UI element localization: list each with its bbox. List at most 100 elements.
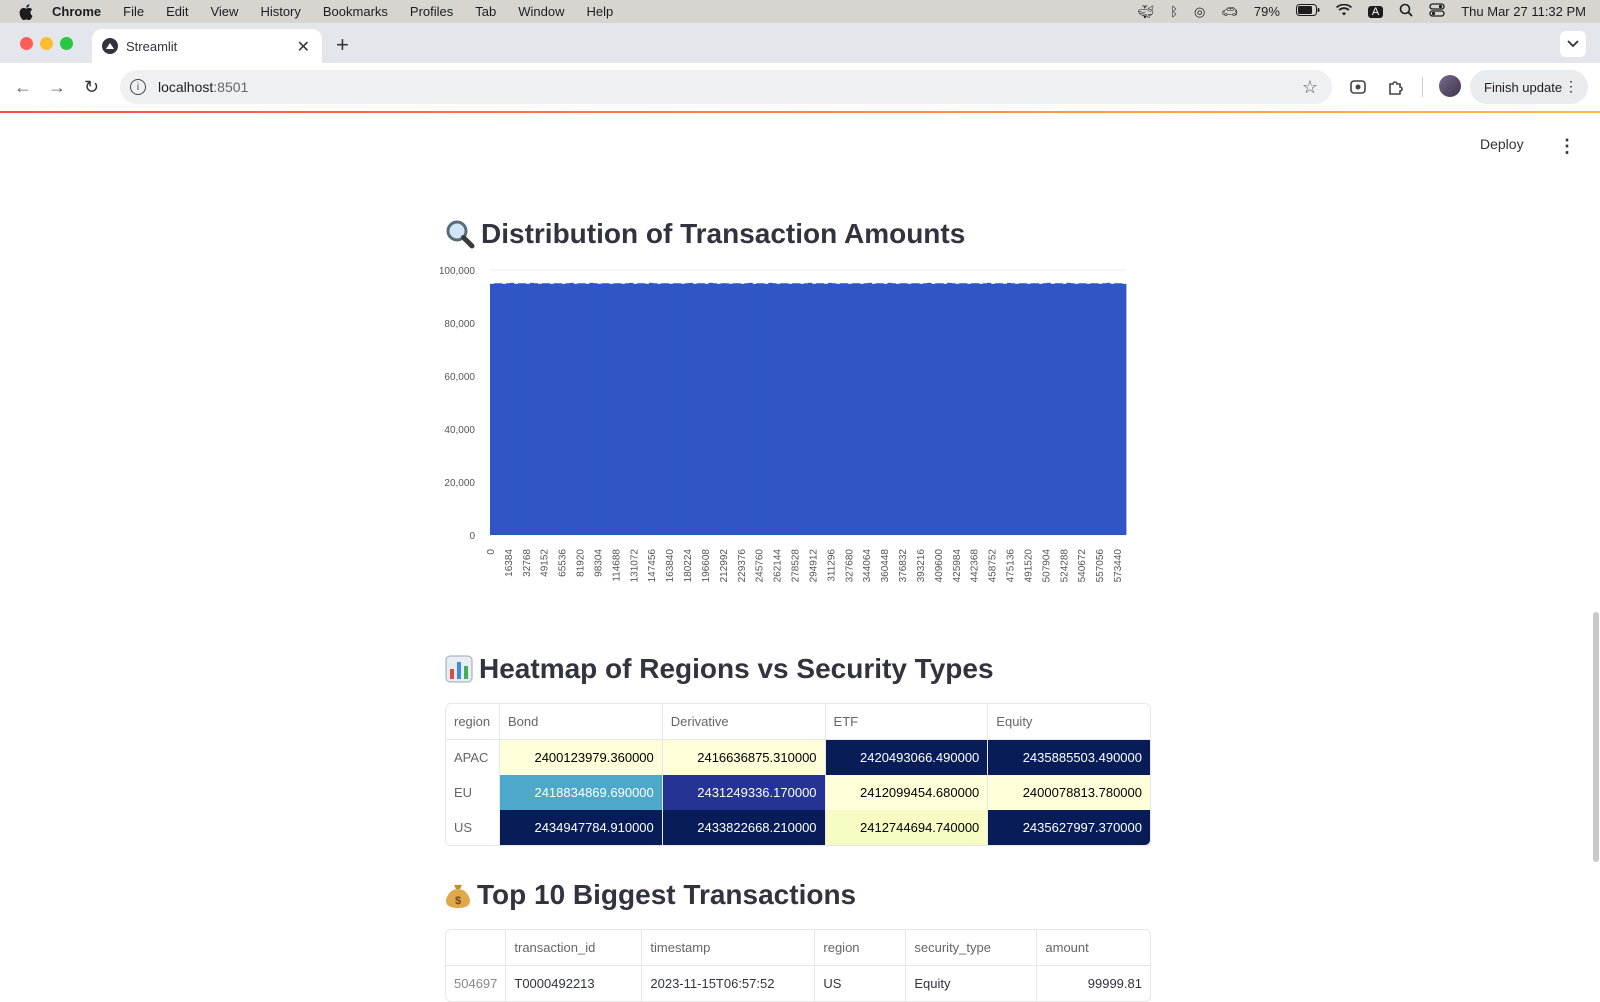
histogram-bar	[1098, 283, 1103, 535]
reload-icon[interactable]: ↻	[84, 77, 99, 98]
histogram-bar	[835, 283, 841, 535]
top10-col-security-type[interactable]: security_type	[905, 930, 1038, 966]
histogram-bar	[637, 283, 642, 535]
x-tick-label: 540672	[1077, 549, 1088, 583]
control-center-icon[interactable]	[1429, 3, 1445, 20]
x-tick-label: 491520	[1023, 549, 1034, 583]
heatmap-cell[interactable]: 2433822668.210000	[662, 810, 826, 845]
heatmap-region-cell[interactable]: APAC	[446, 739, 500, 775]
heatmap-col-etf[interactable]: ETF	[825, 704, 989, 740]
menu-tab[interactable]: Tab	[475, 4, 496, 19]
menu-window[interactable]: Window	[518, 4, 564, 19]
heatmap-cell[interactable]: 2416636875.310000	[662, 739, 826, 775]
top10-col-amount[interactable]: amount	[1036, 930, 1150, 966]
docker-icon[interactable]: 🐳︎	[1138, 4, 1155, 20]
chrome-menu-kebab-icon[interactable]: ⋮	[1564, 78, 1578, 95]
heatmap-cell[interactable]: 2434947784.910000	[499, 810, 663, 845]
histogram-bar	[978, 283, 984, 535]
back-arrow-icon[interactable]: ←	[14, 77, 32, 98]
extensions-puzzle-icon[interactable]	[1386, 77, 1406, 97]
top10-header-row: transaction_id timestamp region security…	[446, 930, 1150, 966]
heatmap-region-cell[interactable]: EU	[446, 775, 500, 810]
heatmap-region-cell[interactable]: US	[446, 810, 500, 845]
menu-file[interactable]: File	[123, 4, 144, 19]
histogram-bar	[764, 283, 769, 535]
wifi-icon[interactable]	[1335, 3, 1352, 19]
heatmap-cell[interactable]: 2412744694.740000	[825, 810, 989, 845]
menu-edit[interactable]: Edit	[166, 4, 188, 19]
forward-arrow-icon[interactable]: →	[48, 77, 66, 98]
browser-tab-active[interactable]: Streamlit ✕	[92, 29, 322, 63]
heatmap-col-equity[interactable]: Equity	[987, 704, 1150, 740]
tab-search-chevron-icon[interactable]	[1560, 31, 1586, 57]
site-info-icon[interactable]: i	[130, 79, 146, 95]
address-bar[interactable]: i localhost:8501 ☆	[120, 70, 1332, 104]
heatmap-col-derivative[interactable]: Derivative	[662, 704, 826, 740]
histogram-bar	[645, 283, 650, 535]
histogram-bar	[1014, 283, 1020, 535]
bluetooth-icon[interactable]: ᛒ	[1170, 4, 1178, 19]
menu-profiles[interactable]: Profiles	[410, 4, 453, 19]
window-close-button[interactable]	[20, 37, 33, 50]
top10-col-index[interactable]	[446, 930, 507, 966]
finish-update-button[interactable]: Finish update ⋮	[1470, 70, 1588, 104]
window-minimize-button[interactable]	[40, 37, 53, 50]
page-scrollbar[interactable]	[1593, 612, 1599, 862]
tab-close-icon[interactable]: ✕	[297, 37, 310, 57]
histogram-bar	[490, 283, 495, 535]
menu-help[interactable]: Help	[587, 4, 614, 19]
window-maximize-button[interactable]	[60, 37, 73, 50]
bookmark-star-icon[interactable]: ☆	[1302, 77, 1318, 98]
histogram-bar	[931, 283, 936, 535]
profile-avatar[interactable]	[1439, 75, 1461, 97]
extension-puzzle-alt-icon[interactable]	[1348, 77, 1368, 97]
main-menu-kebab-icon[interactable]: ⋮	[1558, 136, 1576, 157]
apple-menu-icon[interactable]	[18, 3, 34, 20]
heatmap-cell[interactable]: 2400123979.360000	[499, 739, 663, 775]
input-source-indicator[interactable]: A	[1367, 5, 1384, 18]
heatmap-cell[interactable]: 2418834869.690000	[499, 775, 663, 810]
clock[interactable]: Thu Mar 27 11:32 PM	[1461, 4, 1586, 19]
y-tick-label: 40,000	[444, 425, 475, 436]
heatmap-cell[interactable]: 2420493066.490000	[825, 739, 989, 775]
airdrop-icon[interactable]: ◎	[1194, 4, 1205, 20]
histogram-bar	[736, 283, 741, 535]
top10-col-transaction-id[interactable]: transaction_id	[505, 930, 643, 966]
x-tick-label: 65536	[558, 549, 569, 577]
histogram-bar	[1034, 283, 1039, 535]
spotlight-search-icon[interactable]	[1399, 3, 1413, 20]
row-transaction-id: T0000492213	[505, 965, 643, 1001]
heatmap-cell[interactable]: 2412099454.680000	[825, 775, 989, 810]
heatmap-cell[interactable]: 2435627997.370000	[987, 810, 1150, 845]
menu-history[interactable]: History	[260, 4, 300, 19]
top10-table[interactable]: transaction_id timestamp region security…	[445, 929, 1151, 1002]
top10-col-region[interactable]: region	[814, 930, 907, 966]
heatmap-col-bond[interactable]: Bond	[499, 704, 663, 740]
histogram-bar	[585, 283, 590, 535]
heatmap-cell[interactable]: 2435885503.490000	[987, 739, 1150, 775]
menu-bookmarks[interactable]: Bookmarks	[323, 4, 388, 19]
histogram-bar	[664, 283, 670, 535]
histogram-bar	[672, 283, 678, 535]
histogram-bar	[1094, 283, 1099, 535]
heatmap-col-region[interactable]: region	[446, 704, 500, 740]
histogram-bar	[601, 283, 606, 535]
histogram-bar	[1046, 282, 1051, 535]
top10-col-timestamp[interactable]: timestamp	[641, 930, 816, 966]
x-tick-label: 180224	[683, 549, 694, 583]
deploy-button[interactable]: Deploy	[1480, 136, 1524, 152]
menu-view[interactable]: View	[210, 4, 238, 19]
svg-text:$: $	[455, 895, 461, 907]
heatmap-cell[interactable]: 2431249336.170000	[662, 775, 826, 810]
heatmap-cell[interactable]: 2400078813.780000	[987, 775, 1150, 810]
menu-chrome[interactable]: Chrome	[52, 4, 101, 19]
heatmap-table[interactable]: region Bond Derivative ETF Equity APAC 2…	[445, 703, 1151, 846]
x-tick-label: 376832	[898, 549, 909, 583]
distribution-chart[interactable]: 0 20,000 40,000 60,000 80,000 100,000 0 16384 32…	[439, 262, 1160, 612]
battery-icon[interactable]	[1295, 4, 1320, 19]
histogram-bar	[676, 283, 682, 535]
car-icon[interactable]: 🚗︎	[1221, 4, 1238, 20]
table-row[interactable]: 504697 T0000492213 2023-11-15T06:57:52 U…	[446, 965, 1150, 1001]
histogram-bar	[724, 283, 729, 535]
new-tab-button[interactable]: +	[336, 32, 349, 58]
